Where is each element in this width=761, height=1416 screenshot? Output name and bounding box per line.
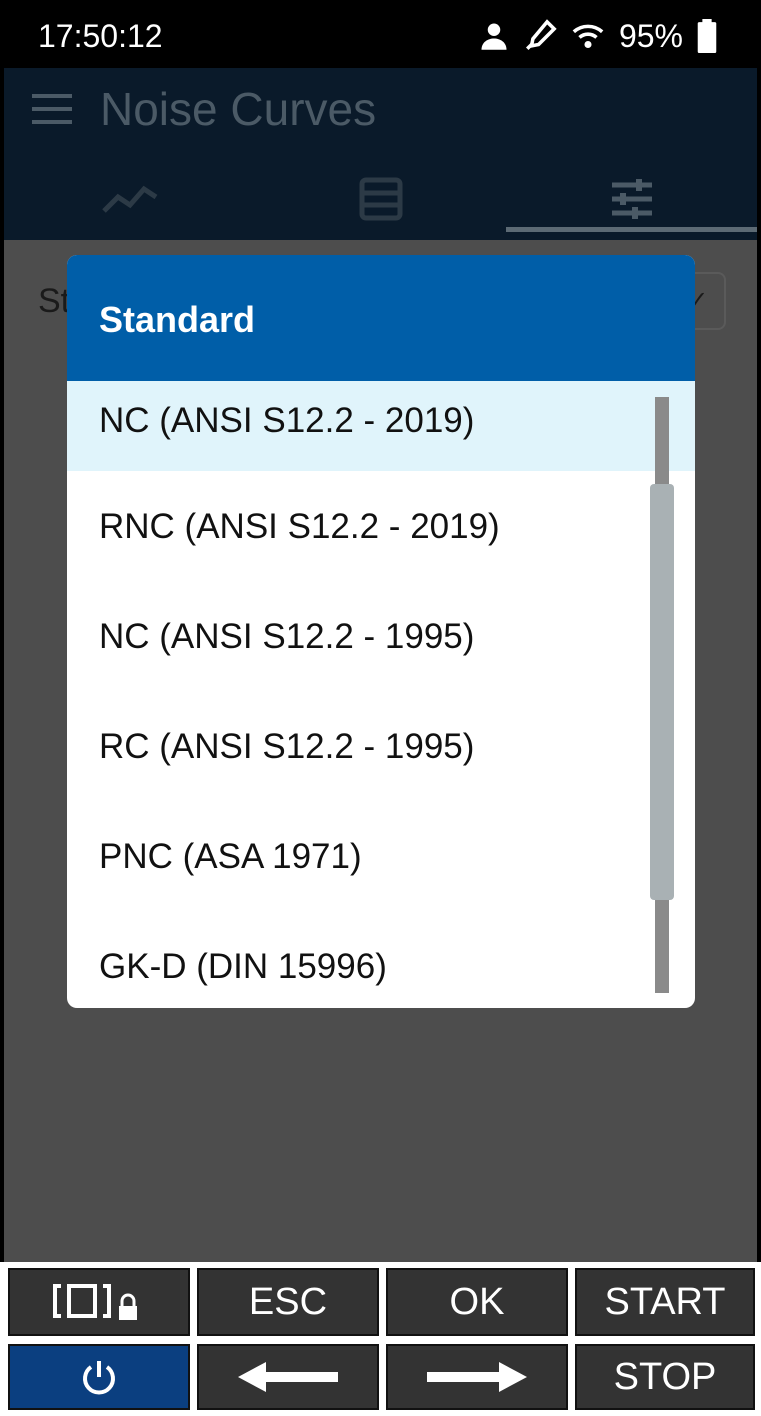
hardware-keypad: ESC OK START STOP <box>0 1262 761 1416</box>
right-arrow-key[interactable] <box>386 1344 568 1410</box>
scrollbar-thumb[interactable] <box>650 484 674 900</box>
power-key[interactable] <box>8 1344 190 1410</box>
battery-percent: 95% <box>618 17 683 54</box>
tab-settings[interactable] <box>506 168 757 230</box>
option-pnc-1971[interactable]: PNC (ASA 1971) <box>67 803 695 911</box>
option-rc-1995[interactable]: RC (ANSI S12.2 - 1995) <box>67 693 695 801</box>
table-icon <box>359 177 402 221</box>
device-screen: 17:50:12 95% Noise Curves St ✓ Standard … <box>4 0 757 1262</box>
battery-icon <box>697 19 717 53</box>
option-gkd-15996[interactable]: GK-D (DIN 15996) <box>67 913 695 1008</box>
left-arrow-key[interactable] <box>197 1344 379 1410</box>
dialog-title: Standard <box>99 299 256 340</box>
option-nc-1995[interactable]: NC (ANSI S12.2 - 1995) <box>67 583 695 691</box>
chart-icon <box>101 185 157 213</box>
tab-table[interactable] <box>255 168 506 230</box>
status-time: 17:50:12 <box>38 18 163 54</box>
arrow-left-icon <box>238 1362 338 1392</box>
person-icon <box>481 23 507 50</box>
stop-key[interactable]: STOP <box>575 1344 755 1410</box>
screen-lock-icon <box>53 1284 137 1320</box>
hamburger-menu-icon[interactable] <box>32 92 72 126</box>
tab-chart[interactable] <box>4 168 255 230</box>
standard-field-label: St <box>38 282 71 320</box>
page-title: Noise Curves <box>100 83 377 135</box>
start-key[interactable]: START <box>575 1268 755 1336</box>
option-rnc-2019[interactable]: RNC (ANSI S12.2 - 2019) <box>67 473 695 581</box>
probe-icon <box>525 19 557 51</box>
arrow-right-icon <box>427 1362 527 1392</box>
dialog-header: Standard <box>67 255 695 381</box>
option-nc-2019[interactable]: NC (ANSI S12.2 - 2019) <box>67 381 695 471</box>
power-icon <box>83 1361 115 1395</box>
wifi-icon <box>572 24 604 49</box>
status-bar: 17:50:12 95% <box>4 0 757 68</box>
esc-key[interactable]: ESC <box>197 1268 379 1336</box>
screen-lock-key[interactable] <box>8 1268 190 1336</box>
ok-key[interactable]: OK <box>386 1268 568 1336</box>
active-tab-indicator <box>506 227 757 232</box>
app-bar: Noise Curves <box>4 68 757 240</box>
settings-sliders-icon <box>611 179 652 219</box>
status-icons: 95% <box>479 14 717 58</box>
standard-dialog: Standard NC (ANSI S12.2 - 2019) RNC (ANS… <box>67 255 695 1008</box>
